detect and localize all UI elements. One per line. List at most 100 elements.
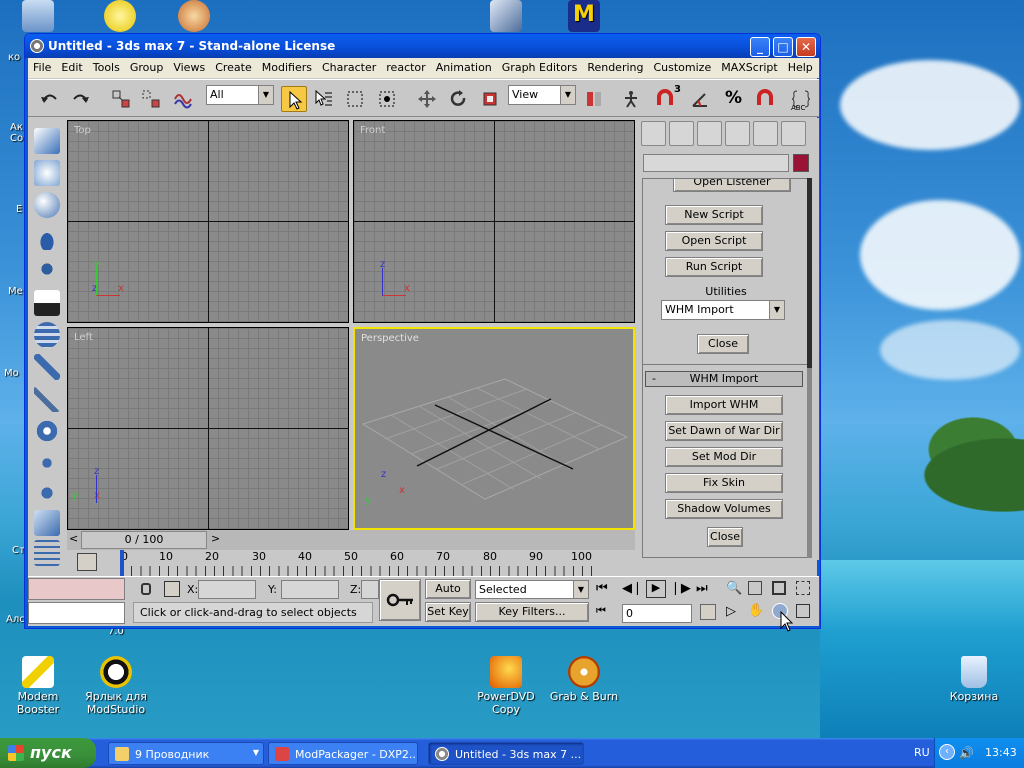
display-tab-icon[interactable] bbox=[753, 121, 778, 146]
desktop-icon-mascot[interactable] bbox=[156, 0, 232, 34]
close-utilities-button[interactable]: Close bbox=[697, 334, 749, 354]
next-frame-icon[interactable]: ❘▶ bbox=[670, 581, 691, 599]
gear-icon[interactable] bbox=[34, 418, 60, 444]
absolute-mode-icon[interactable] bbox=[164, 581, 180, 597]
viewport-perspective[interactable]: Perspective z y x bbox=[353, 327, 635, 530]
chevron-left-icon[interactable]: < bbox=[69, 532, 78, 545]
cursor-tool-icon[interactable] bbox=[34, 450, 60, 476]
maxscript-listener-input[interactable] bbox=[28, 602, 125, 624]
cloth-tool-icon[interactable] bbox=[34, 510, 60, 536]
track-bar-icon[interactable] bbox=[77, 553, 97, 571]
undo-button[interactable] bbox=[36, 86, 62, 112]
key-mode-dropdown[interactable]: Selected ▼ bbox=[475, 580, 589, 599]
desktop-icon-modstudio[interactable]: Ярлык для ModStudio bbox=[78, 656, 154, 716]
menu-rendering[interactable]: Rendering bbox=[582, 58, 648, 74]
menu-tools[interactable]: Tools bbox=[88, 58, 125, 74]
auto-key-button[interactable]: Auto Key bbox=[425, 579, 471, 613]
set-key-mode-button[interactable] bbox=[379, 579, 421, 621]
menu-maxscript[interactable]: MAXScript bbox=[716, 58, 782, 74]
utilities-tab-icon[interactable] bbox=[781, 121, 806, 146]
hierarchy-tab-icon[interactable] bbox=[697, 121, 722, 146]
menu-animation[interactable]: Animation bbox=[431, 58, 497, 74]
set-mod-dir-button[interactable]: Set Mod Dir bbox=[665, 447, 783, 467]
start-button[interactable]: пуск bbox=[0, 738, 96, 768]
taskbar-item-explorer[interactable]: 9 Проводник ▼ bbox=[108, 742, 264, 765]
object-name-field[interactable] bbox=[643, 154, 789, 172]
key-mode-toggle-icon[interactable]: ⏮ bbox=[596, 604, 616, 622]
current-frame-field[interactable]: 0 bbox=[622, 604, 692, 623]
chevron-right-icon[interactable]: > bbox=[211, 532, 220, 545]
desktop-icon-m[interactable]: M bbox=[546, 0, 622, 34]
clock[interactable]: 13:43 bbox=[985, 746, 1017, 759]
taskbar-item-3dsmax[interactable]: Untitled - 3ds max 7 ... bbox=[428, 742, 584, 765]
select-and-move-button[interactable] bbox=[414, 86, 440, 112]
menu-create[interactable]: Create bbox=[210, 58, 257, 74]
x-coordinate-field[interactable] bbox=[198, 580, 256, 599]
percent-snap-button[interactable]: % bbox=[720, 86, 746, 112]
open-listener-button[interactable]: Open Listener bbox=[673, 179, 791, 192]
panel-scrollbar[interactable] bbox=[807, 178, 812, 558]
viewport-left[interactable]: Left z y x bbox=[67, 327, 349, 530]
shadow-volumes-button[interactable]: Shadow Volumes bbox=[665, 499, 783, 519]
time-configuration-icon[interactable] bbox=[700, 604, 716, 620]
fix-skin-button[interactable]: Fix Skin bbox=[665, 473, 783, 493]
key-filters-button[interactable]: Key Filters... bbox=[475, 602, 589, 622]
pan-hand-icon[interactable]: ✋ bbox=[748, 603, 768, 621]
menu-customize[interactable]: Customize bbox=[648, 58, 716, 74]
lock-icon[interactable] bbox=[141, 583, 151, 595]
maximize-button[interactable]: □ bbox=[773, 37, 793, 57]
time-slider[interactable]: 0 / 100 bbox=[81, 531, 207, 549]
go-to-start-icon[interactable]: ⏮ bbox=[596, 581, 616, 599]
menu-file[interactable]: File bbox=[28, 58, 56, 74]
fish-tool-icon[interactable] bbox=[34, 480, 60, 506]
zoom-icon[interactable]: 🔍 bbox=[726, 581, 746, 599]
window-crossing-button[interactable] bbox=[374, 86, 400, 112]
zoom-extents-all-icon[interactable] bbox=[796, 581, 810, 595]
title-bar[interactable]: Untitled - 3ds max 7 - Stand-alone Licen… bbox=[25, 34, 820, 58]
menu-views[interactable]: Views bbox=[168, 58, 210, 74]
close-button[interactable]: ✕ bbox=[796, 37, 816, 57]
z-coordinate-field[interactable] bbox=[361, 580, 379, 599]
display-panel-icon[interactable] bbox=[34, 290, 60, 316]
water-tool-icon[interactable] bbox=[34, 540, 60, 566]
menu-modifiers[interactable]: Modifiers bbox=[257, 58, 317, 74]
motion-tab-icon[interactable] bbox=[725, 121, 750, 146]
zoom-all-icon[interactable] bbox=[748, 581, 762, 595]
menu-character[interactable]: Character bbox=[317, 58, 381, 74]
desktop-icon-computer[interactable] bbox=[0, 0, 76, 34]
language-indicator[interactable]: RU bbox=[914, 746, 930, 759]
import-whm-button[interactable]: Import WHM bbox=[665, 395, 783, 415]
viewport-top[interactable]: Top y z x bbox=[67, 120, 349, 323]
time-slider-track[interactable]: < 0 / 100 > bbox=[67, 530, 635, 550]
menu-help[interactable]: Help bbox=[783, 58, 818, 74]
zoom-extents-icon[interactable] bbox=[772, 581, 786, 595]
box-tool-icon[interactable] bbox=[34, 128, 60, 154]
pin-tool-icon[interactable] bbox=[34, 224, 60, 250]
desktop-icon-modem-booster[interactable]: Modem Booster bbox=[0, 656, 76, 716]
previous-frame-icon[interactable]: ◀❘ bbox=[622, 581, 643, 599]
sphere-tool-icon[interactable] bbox=[34, 192, 60, 218]
panel-scrollbar-thumb[interactable] bbox=[807, 178, 812, 368]
tray-expand-icon[interactable]: ‹ bbox=[939, 744, 955, 760]
redo-button[interactable] bbox=[68, 86, 94, 112]
named-selection-sets-button[interactable]: ABC bbox=[788, 86, 814, 112]
manipulate-button[interactable] bbox=[618, 86, 644, 112]
minimize-button[interactable]: _ bbox=[750, 37, 770, 57]
rectangular-selection-button[interactable] bbox=[342, 86, 368, 112]
desktop-icon-grab-burn[interactable]: Grab & Burn bbox=[546, 656, 622, 703]
field-of-view-icon[interactable]: ▷ bbox=[726, 604, 746, 622]
angle-snap-button[interactable] bbox=[687, 86, 713, 112]
go-to-end-icon[interactable]: ⏭ bbox=[696, 581, 716, 599]
select-object-button[interactable] bbox=[281, 86, 307, 112]
pivot-center-button[interactable] bbox=[581, 86, 607, 112]
bind-space-warp-button[interactable] bbox=[170, 86, 196, 112]
select-by-name-button[interactable] bbox=[310, 86, 336, 112]
desktop-icon-bulb[interactable] bbox=[82, 0, 158, 34]
y-coordinate-field[interactable] bbox=[281, 580, 339, 599]
object-color-swatch[interactable] bbox=[793, 154, 809, 172]
select-and-rotate-button[interactable] bbox=[445, 86, 471, 112]
volume-icon[interactable]: 🔊 bbox=[959, 746, 974, 760]
brush-tool-icon[interactable] bbox=[34, 386, 60, 412]
desktop-icon-app[interactable] bbox=[468, 0, 544, 34]
open-script-button[interactable]: Open Script bbox=[665, 231, 763, 251]
